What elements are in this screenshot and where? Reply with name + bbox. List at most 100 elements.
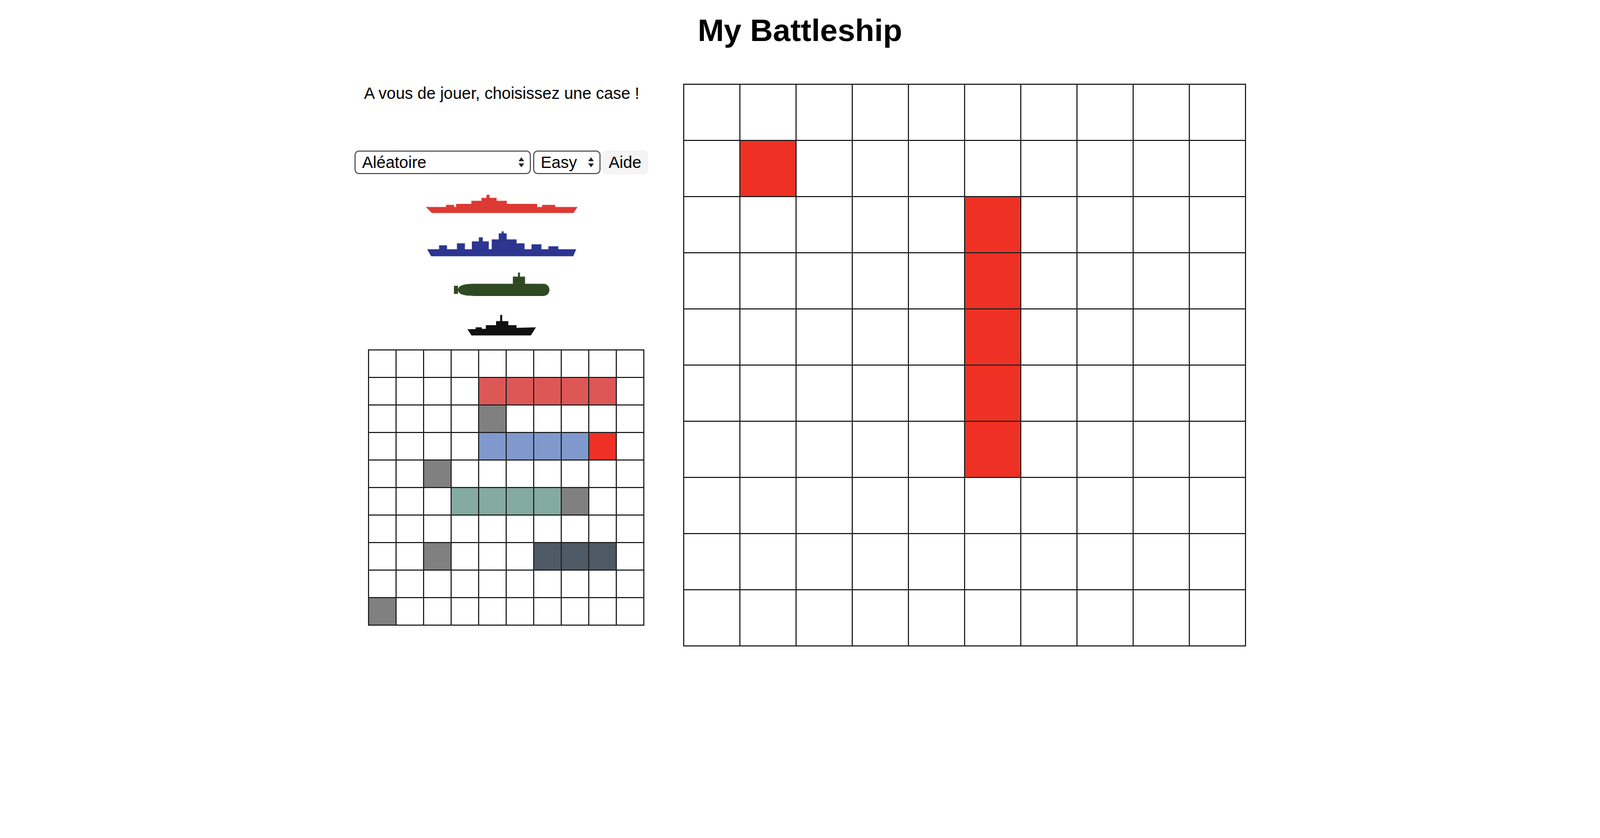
- board-cell[interactable]: [739, 252, 797, 309]
- board-cell[interactable]: [683, 308, 740, 366]
- board-cell[interactable]: [964, 421, 1021, 478]
- board-cell[interactable]: [964, 196, 1021, 253]
- board-cell[interactable]: [683, 140, 740, 197]
- board-cell[interactable]: [796, 252, 853, 309]
- board-cell[interactable]: [1189, 252, 1246, 309]
- board-cell[interactable]: [1076, 365, 1134, 422]
- board-cell[interactable]: [796, 533, 853, 590]
- board-cell[interactable]: [908, 252, 965, 309]
- help-button[interactable]: Aide: [602, 150, 648, 175]
- board-cell[interactable]: [1076, 84, 1134, 141]
- board-cell[interactable]: [1020, 477, 1077, 534]
- board-cell[interactable]: [683, 421, 740, 478]
- board-cell[interactable]: [1020, 196, 1077, 253]
- board-cell[interactable]: [964, 533, 1021, 590]
- board-cell[interactable]: [852, 533, 909, 590]
- board-cell[interactable]: [1133, 196, 1190, 253]
- board-cell[interactable]: [908, 308, 965, 366]
- board-cell[interactable]: [739, 308, 797, 366]
- board-cell[interactable]: [852, 308, 909, 366]
- board-cell[interactable]: [852, 477, 909, 534]
- board-cell[interactable]: [908, 84, 965, 141]
- board-cell[interactable]: [1133, 252, 1190, 309]
- board-cell[interactable]: [908, 196, 965, 253]
- board-cell[interactable]: [796, 196, 853, 253]
- board-cell[interactable]: [908, 589, 965, 647]
- board-cell[interactable]: [1133, 308, 1190, 366]
- placement-select[interactable]: Aléatoire: [354, 150, 531, 175]
- board-cell[interactable]: [1133, 477, 1190, 534]
- board-cell[interactable]: [964, 84, 1021, 141]
- difficulty-select[interactable]: Easy: [533, 150, 601, 175]
- board-cell[interactable]: [1020, 421, 1077, 478]
- board-cell[interactable]: [683, 589, 740, 647]
- board-cell[interactable]: [796, 308, 853, 366]
- board-cell[interactable]: [683, 477, 740, 534]
- board-cell[interactable]: [1189, 196, 1246, 253]
- board-cell[interactable]: [1076, 196, 1134, 253]
- board-cell[interactable]: [1133, 84, 1190, 141]
- board-cell[interactable]: [908, 533, 965, 590]
- board-cell[interactable]: [739, 533, 797, 590]
- board-cell[interactable]: [964, 477, 1021, 534]
- board-cell[interactable]: [1020, 308, 1077, 366]
- board-cell[interactable]: [852, 421, 909, 478]
- board-cell[interactable]: [1189, 140, 1246, 197]
- board-cell[interactable]: [1133, 365, 1190, 422]
- board-cell[interactable]: [739, 589, 797, 647]
- board-cell[interactable]: [1020, 140, 1077, 197]
- board-cell[interactable]: [1020, 365, 1077, 422]
- board-cell[interactable]: [852, 196, 909, 253]
- board-cell[interactable]: [1020, 589, 1077, 647]
- board-cell[interactable]: [1133, 589, 1190, 647]
- board-cell[interactable]: [964, 252, 1021, 309]
- board-cell[interactable]: [796, 589, 853, 647]
- board-cell[interactable]: [1076, 140, 1134, 197]
- board-cell[interactable]: [1076, 308, 1134, 366]
- board-cell[interactable]: [739, 365, 797, 422]
- board-cell[interactable]: [1189, 477, 1246, 534]
- board-cell[interactable]: [1133, 421, 1190, 478]
- board-cell[interactable]: [796, 365, 853, 422]
- board-cell[interactable]: [796, 421, 853, 478]
- board-cell[interactable]: [1189, 308, 1246, 366]
- board-cell[interactable]: [852, 140, 909, 197]
- board-cell[interactable]: [1076, 533, 1134, 590]
- board-cell[interactable]: [1076, 252, 1134, 309]
- board-cell[interactable]: [739, 421, 797, 478]
- board-cell[interactable]: [1020, 252, 1077, 309]
- board-cell[interactable]: [964, 589, 1021, 647]
- board-cell[interactable]: [964, 140, 1021, 197]
- board-cell[interactable]: [1020, 84, 1077, 141]
- board-cell[interactable]: [1020, 533, 1077, 590]
- board-cell[interactable]: [852, 365, 909, 422]
- board-cell[interactable]: [1076, 421, 1134, 478]
- board-cell[interactable]: [1189, 421, 1246, 478]
- board-cell[interactable]: [739, 140, 797, 197]
- board-cell[interactable]: [852, 252, 909, 309]
- board-cell[interactable]: [852, 84, 909, 141]
- board-cell[interactable]: [1189, 365, 1246, 422]
- board-cell[interactable]: [1189, 589, 1246, 647]
- board-cell[interactable]: [739, 477, 797, 534]
- board-cell[interactable]: [683, 533, 740, 590]
- board-cell[interactable]: [964, 365, 1021, 422]
- board-cell[interactable]: [796, 477, 853, 534]
- board-cell[interactable]: [908, 421, 965, 478]
- board-cell[interactable]: [1076, 477, 1134, 534]
- board-cell[interactable]: [1189, 84, 1246, 141]
- board-cell[interactable]: [908, 477, 965, 534]
- board-cell[interactable]: [683, 252, 740, 309]
- board-cell[interactable]: [796, 140, 853, 197]
- board-cell[interactable]: [1133, 533, 1190, 590]
- board-cell[interactable]: [908, 140, 965, 197]
- board-cell[interactable]: [683, 84, 740, 141]
- board-cell[interactable]: [1189, 533, 1246, 590]
- board-cell[interactable]: [1076, 589, 1134, 647]
- board-cell[interactable]: [739, 196, 797, 253]
- board-cell[interactable]: [908, 365, 965, 422]
- board-cell[interactable]: [683, 365, 740, 422]
- board-cell[interactable]: [964, 308, 1021, 366]
- board-cell[interactable]: [1133, 140, 1190, 197]
- board-cell[interactable]: [739, 84, 797, 141]
